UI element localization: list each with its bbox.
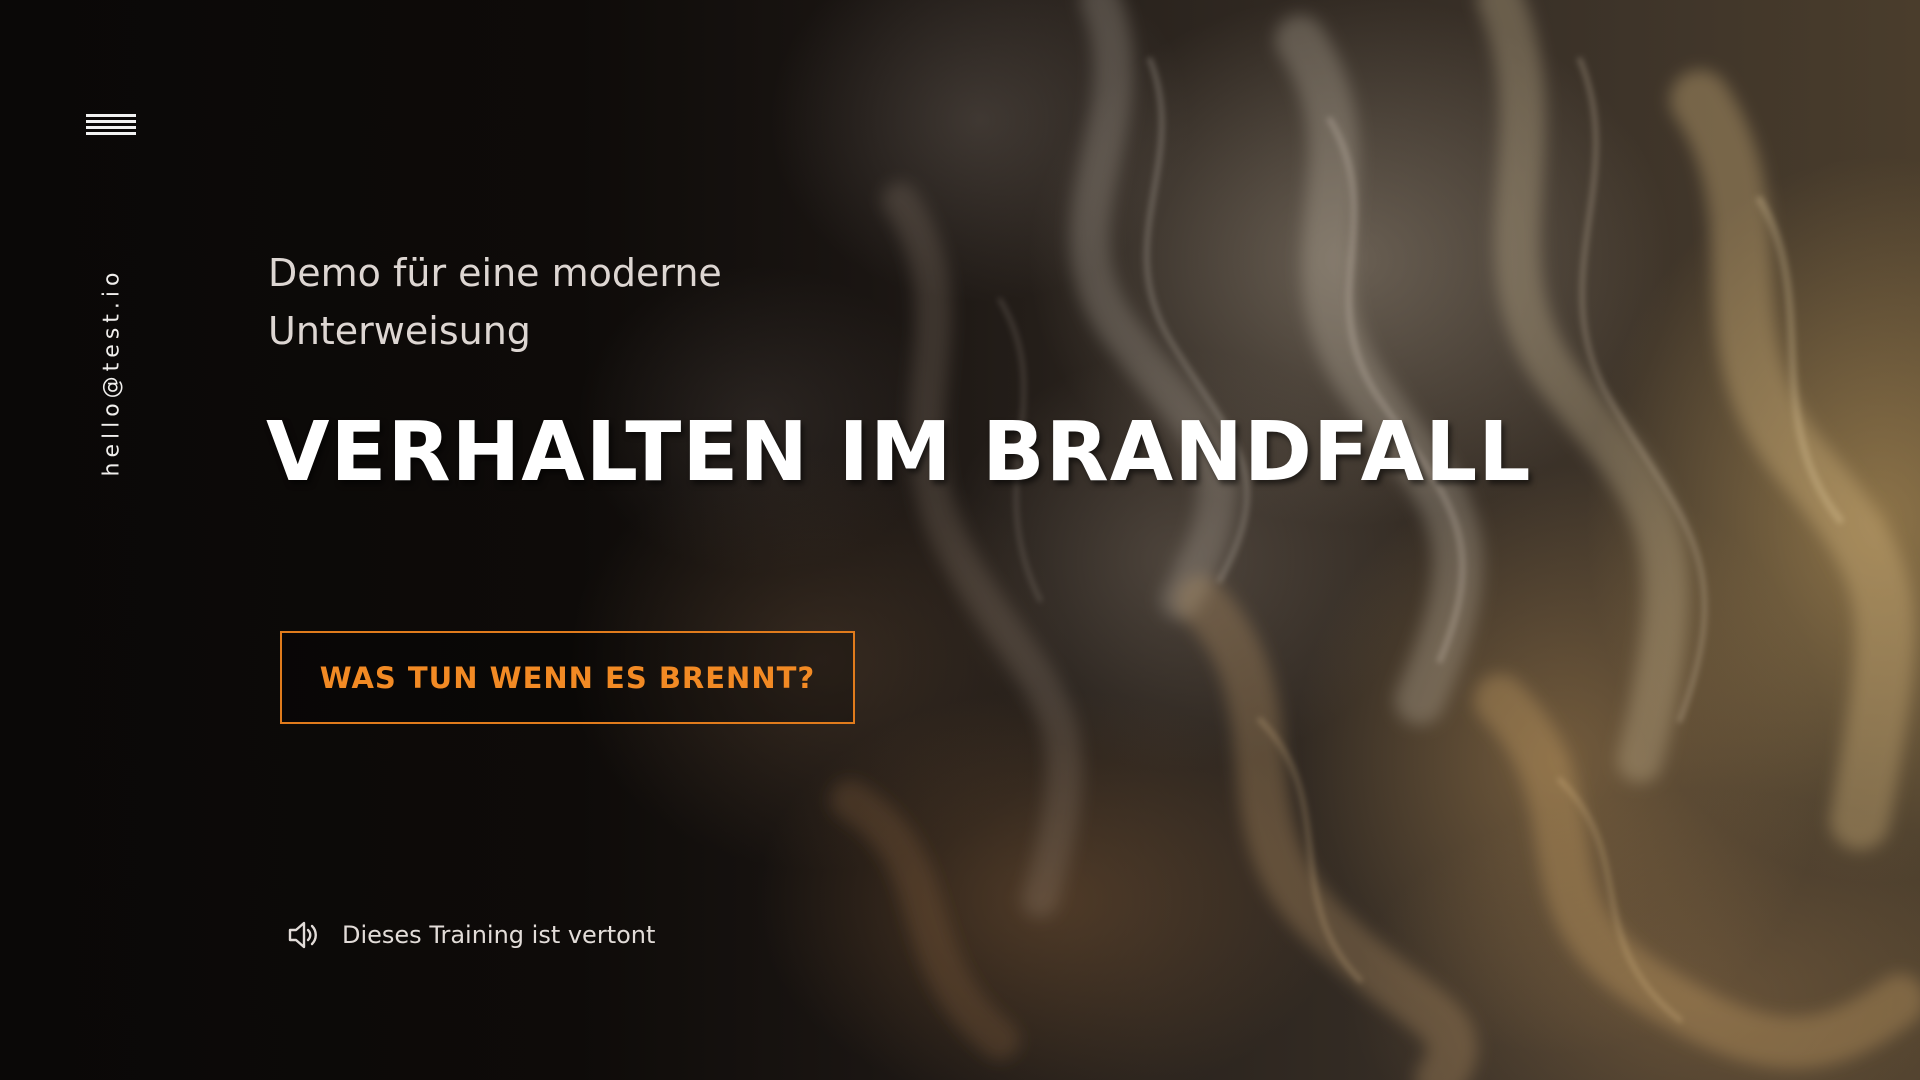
page-title: VERHALTEN IM BRANDFALL bbox=[266, 405, 1532, 500]
hero-background: hello@test.io Demo für eine moderne Unte… bbox=[0, 0, 1920, 1080]
audio-notice: Dieses Training ist vertont bbox=[286, 915, 655, 955]
hamburger-menu-icon[interactable] bbox=[86, 112, 136, 144]
what-to-do-button[interactable]: WAS TUN WENN ES BRENNT? bbox=[280, 631, 855, 724]
speaker-icon bbox=[286, 918, 320, 952]
contact-email-link[interactable]: hello@test.io bbox=[100, 268, 125, 477]
page-subtitle: Demo für eine moderne Unterweisung bbox=[268, 251, 722, 353]
audio-notice-label: Dieses Training ist vertont bbox=[342, 921, 656, 949]
